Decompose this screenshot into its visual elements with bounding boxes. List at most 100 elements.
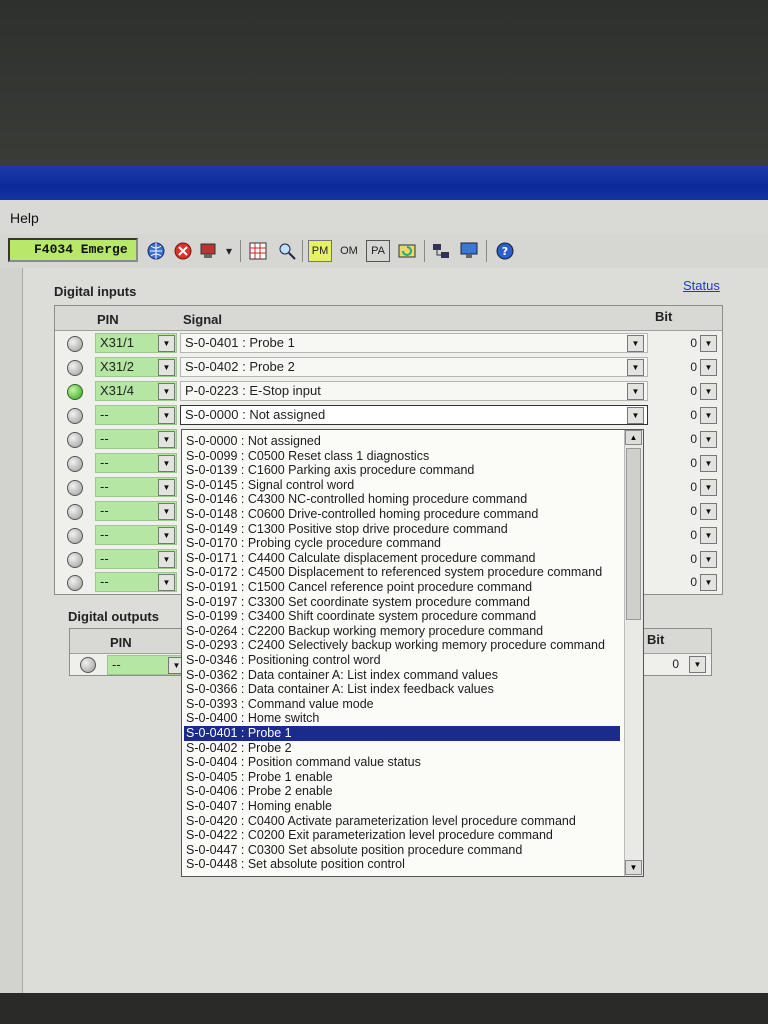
menu-help[interactable]: Help	[10, 210, 39, 226]
dropdown-option[interactable]: S-0-0264 : C2200 Backup working memory p…	[184, 624, 620, 639]
scroll-down-icon[interactable]: ▼	[625, 860, 642, 875]
chevron-down-icon[interactable]: ▼	[700, 335, 717, 352]
chevron-down-icon[interactable]: ▼	[158, 455, 175, 472]
chevron-down-icon[interactable]: ▼	[627, 335, 644, 352]
drive-status-display: F4034 Emerge	[8, 238, 138, 262]
pa-mode-button[interactable]: PA	[366, 240, 390, 262]
chevron-down-icon[interactable]: ▼	[700, 551, 717, 568]
dropdown-option[interactable]: S-0-0420 : C0400 Activate parameterizati…	[184, 814, 620, 829]
scroll-up-icon[interactable]: ▲	[625, 430, 642, 445]
dropdown-option[interactable]: S-0-0199 : C3400 Shift coordinate system…	[184, 609, 620, 624]
chevron-down-icon[interactable]: ▼	[700, 479, 717, 496]
chevron-down-icon[interactable]: ▼	[700, 359, 717, 376]
dropdown-option[interactable]: S-0-0000 : Not assigned	[184, 434, 620, 449]
chevron-down-icon[interactable]: ▼	[158, 335, 175, 352]
status-link[interactable]: Status	[683, 278, 720, 293]
dropdown-option[interactable]: S-0-0407 : Homing enable	[184, 799, 620, 814]
dropdown-option[interactable]: S-0-0404 : Position command value status	[184, 755, 620, 770]
dropdown-option[interactable]: S-0-0293 : C2400 Selectively backup work…	[184, 638, 620, 653]
digital-outputs-title: Digital outputs	[68, 609, 159, 624]
dropdown-option[interactable]: S-0-0170 : Probing cycle procedure comma…	[184, 536, 620, 551]
chevron-down-icon[interactable]: ▼	[627, 359, 644, 376]
dropdown-option[interactable]: S-0-0400 : Home switch	[184, 711, 620, 726]
dropdown-scrollbar[interactable]: ▲ ▼	[624, 430, 643, 876]
stop-icon[interactable]	[172, 240, 194, 262]
chevron-down-icon[interactable]: ▼	[627, 407, 644, 424]
chevron-down-icon[interactable]: ▾	[222, 240, 236, 262]
dropdown-option[interactable]: S-0-0447 : C0300 Set absolute position p…	[184, 843, 620, 858]
signal-select[interactable]: S-0-0402 : Probe 2	[180, 357, 648, 377]
chevron-down-icon[interactable]: ▼	[158, 431, 175, 448]
input-bit-value: 0	[690, 575, 697, 589]
question-icon[interactable]: ?	[494, 240, 516, 262]
dropdown-option[interactable]: S-0-0448 : Set absolute position control	[184, 857, 620, 872]
input-bit-value: 0	[690, 432, 697, 446]
search-icon[interactable]	[276, 240, 298, 262]
dropdown-option[interactable]: S-0-0139 : C1600 Parking axis procedure …	[184, 463, 620, 478]
chevron-down-icon[interactable]: ▼	[689, 656, 706, 673]
input-bit-value: 0	[690, 360, 697, 374]
chevron-down-icon[interactable]: ▼	[158, 503, 175, 520]
window-titlebar	[0, 166, 768, 200]
toolbar-separator	[302, 240, 303, 262]
pm-mode-button[interactable]: PM	[308, 240, 332, 262]
input-status-led	[67, 360, 83, 376]
dropdown-option[interactable]: S-0-0145 : Signal control word	[184, 478, 620, 493]
input-status-led	[67, 384, 83, 400]
chevron-down-icon[interactable]: ▼	[700, 431, 717, 448]
dropdown-option[interactable]: S-0-0393 : Command value mode	[184, 697, 620, 712]
chevron-down-icon[interactable]: ▼	[158, 359, 175, 376]
chevron-down-icon[interactable]: ▼	[158, 383, 175, 400]
dropdown-option[interactable]: S-0-0099 : C0500 Reset class 1 diagnosti…	[184, 449, 620, 464]
toolbar-separator	[424, 240, 425, 262]
globe-icon[interactable]	[145, 240, 167, 262]
signal-select[interactable]: S-0-0000 : Not assigned	[180, 405, 648, 425]
signal-select[interactable]: P-0-0223 : E-Stop input	[180, 381, 648, 401]
chevron-down-icon[interactable]: ▼	[700, 455, 717, 472]
scrollbar-thumb[interactable]	[626, 448, 641, 620]
chevron-down-icon[interactable]: ▼	[700, 527, 717, 544]
input-status-led	[67, 456, 83, 472]
input-bit-value: 0	[690, 408, 697, 422]
dropdown-option[interactable]: S-0-0401 : Probe 1	[184, 726, 620, 741]
network-icon[interactable]	[430, 240, 452, 262]
svg-text:?: ?	[502, 245, 508, 258]
dropdown-option[interactable]: S-0-0148 : C0600 Drive-controlled homing…	[184, 507, 620, 522]
dropdown-option[interactable]: S-0-0346 : Positioning control word	[184, 653, 620, 668]
pin-column-header: PIN	[110, 635, 132, 650]
dropdown-option[interactable]: S-0-0362 : Data container A: List index …	[184, 668, 620, 683]
dropdown-option[interactable]: S-0-0366 : Data container A: List index …	[184, 682, 620, 697]
chevron-down-icon[interactable]: ▼	[700, 407, 717, 424]
output-bit-value: 0	[672, 657, 679, 671]
dropdown-option[interactable]: S-0-0422 : C0200 Exit parameterization l…	[184, 828, 620, 843]
chevron-down-icon[interactable]: ▼	[158, 479, 175, 496]
signal-dropdown-list[interactable]: S-0-0000 : Not assigned S-0-0099 : C0500 …	[181, 429, 644, 877]
dropdown-option[interactable]: S-0-0405 : Probe 1 enable	[184, 770, 620, 785]
device-icon[interactable]	[198, 240, 220, 262]
input-status-led	[67, 552, 83, 568]
chevron-down-icon[interactable]: ▼	[158, 527, 175, 544]
grid-icon[interactable]	[247, 240, 269, 262]
dropdown-option[interactable]: S-0-0171 : C4400 Calculate displacement …	[184, 551, 620, 566]
dropdown-option[interactable]: S-0-0191 : C1500 Cancel reference point …	[184, 580, 620, 595]
chevron-down-icon[interactable]: ▼	[158, 574, 175, 591]
chevron-down-icon[interactable]: ▼	[158, 407, 175, 424]
signal-select[interactable]: S-0-0401 : Probe 1	[180, 333, 648, 353]
dropdown-option[interactable]: S-0-0146 : C4300 NC-controlled homing pr…	[184, 492, 620, 507]
monitor-icon[interactable]	[458, 240, 480, 262]
dropdown-option[interactable]: S-0-0402 : Probe 2	[184, 741, 620, 756]
dropdown-option[interactable]: S-0-0406 : Probe 2 enable	[184, 784, 620, 799]
refresh-icon[interactable]	[396, 240, 418, 262]
chevron-down-icon[interactable]: ▼	[700, 574, 717, 591]
dropdown-option[interactable]: S-0-0149 : C1300 Positive stop drive pro…	[184, 522, 620, 537]
chevron-down-icon[interactable]: ▼	[627, 383, 644, 400]
chevron-down-icon[interactable]: ▼	[700, 503, 717, 520]
input-status-led	[67, 336, 83, 352]
om-mode-button[interactable]: OM	[337, 240, 361, 262]
dropdown-option[interactable]: S-0-0172 : C4500 Displacement to referen…	[184, 565, 620, 580]
input-status-led	[67, 575, 83, 591]
dropdown-option[interactable]: S-0-0197 : C3300 Set coordinate system p…	[184, 595, 620, 610]
input-bit-value: 0	[690, 552, 697, 566]
chevron-down-icon[interactable]: ▼	[158, 551, 175, 568]
chevron-down-icon[interactable]: ▼	[700, 383, 717, 400]
